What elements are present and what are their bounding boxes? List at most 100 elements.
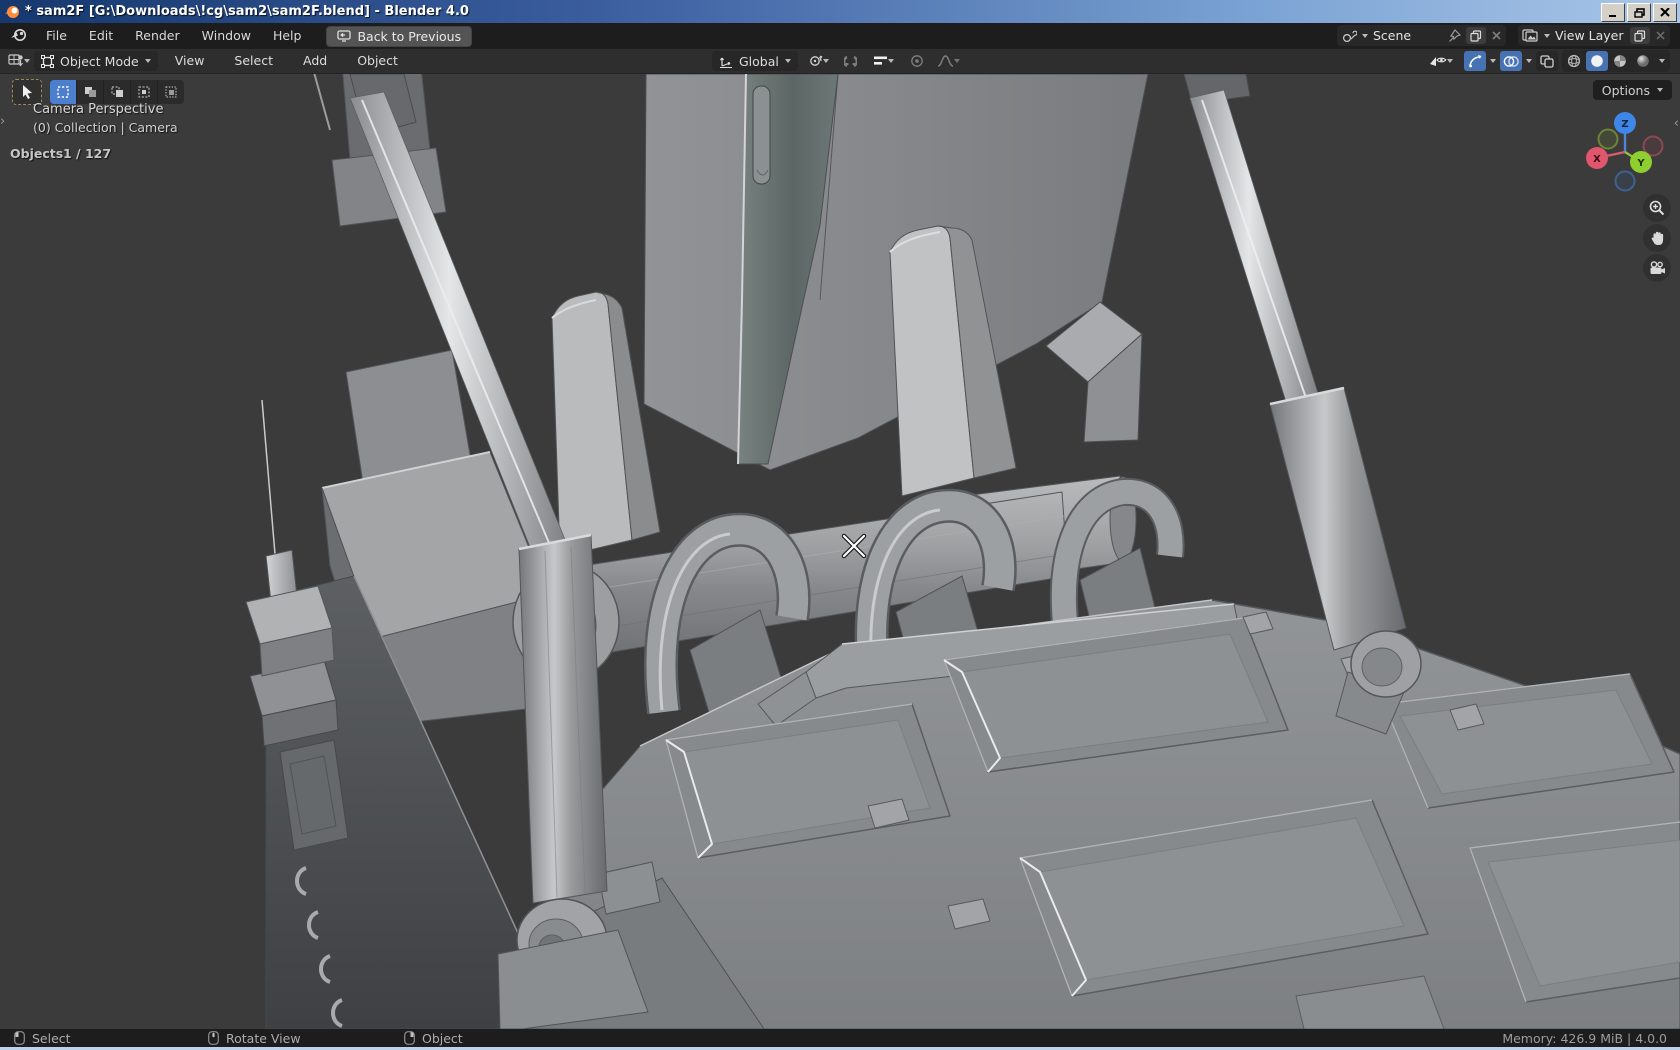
viewport-menu-add[interactable]: Add xyxy=(290,49,340,73)
view-layer-icon xyxy=(1522,28,1538,42)
gizmo-chevron[interactable] xyxy=(1490,59,1496,63)
viewport-menu-view[interactable]: View xyxy=(162,49,218,73)
shading-rendered-button[interactable] xyxy=(1632,51,1654,71)
svg-text:Y: Y xyxy=(1636,158,1645,169)
object-visibility-button[interactable] xyxy=(1422,51,1460,71)
xray-toggle-button[interactable] xyxy=(1536,51,1558,71)
unlink-scene-icon[interactable] xyxy=(1491,30,1502,41)
view-name-label: Camera Perspective xyxy=(33,102,164,117)
new-scene-button[interactable] xyxy=(1466,27,1486,44)
status-rotate-view-label: Rotate View xyxy=(226,1030,301,1046)
menu-window[interactable]: Window xyxy=(191,23,262,49)
orientation-label: Global xyxy=(739,53,779,69)
gizmo-axis-neg-y[interactable] xyxy=(1597,128,1619,150)
viewport-3d[interactable]: Options Camera Perspective (0) Collectio… xyxy=(0,74,1680,1029)
window-title: * sam2F [G:\Downloads\!cg\sam2\sam2F.ble… xyxy=(25,4,469,19)
shading-wireframe-button[interactable] xyxy=(1563,51,1585,71)
view-layer-name: View Layer xyxy=(1555,28,1624,43)
blender-logo-icon[interactable] xyxy=(0,28,35,45)
select-invert-button[interactable] xyxy=(131,80,158,104)
xray-icon xyxy=(1540,54,1554,68)
back-to-previous-label: Back to Previous xyxy=(357,28,462,44)
gizmo-axis-z[interactable]: Z xyxy=(1614,112,1636,134)
minimize-icon xyxy=(1609,15,1616,17)
memory-version-label: Memory: 426.9 MiB | 4.0.0 xyxy=(1502,1030,1667,1046)
options-chevron xyxy=(1657,88,1663,92)
menu-help[interactable]: Help xyxy=(262,23,313,49)
zoom-icon xyxy=(1649,200,1665,216)
back-screen-icon xyxy=(337,30,352,42)
minimize-button[interactable] xyxy=(1601,3,1625,22)
active-object-label: (0) Collection | Camera xyxy=(33,120,178,135)
shading-solid-button[interactable] xyxy=(1586,51,1608,71)
stats-objects-value: 1 / 127 xyxy=(63,146,112,161)
left-mouse-icon xyxy=(14,1031,25,1045)
status-bar: Select Rotate View Object Memory: 426.9 … xyxy=(0,1029,1680,1047)
wireframe-sphere-icon xyxy=(1567,54,1581,68)
restore-button[interactable] xyxy=(1627,3,1651,22)
show-overlays-button[interactable] xyxy=(1500,51,1522,71)
svg-text:Z: Z xyxy=(1621,119,1628,130)
magnet-icon xyxy=(844,55,858,68)
gizmo-toggle-icon xyxy=(1468,55,1481,68)
zoom-button[interactable] xyxy=(1643,194,1671,222)
snap-increment-icon xyxy=(874,56,888,65)
viewport-menu-select[interactable]: Select xyxy=(221,49,286,73)
snap-settings-button[interactable] xyxy=(866,51,902,71)
options-label: Options xyxy=(1601,82,1650,98)
back-to-previous-button[interactable]: Back to Previous xyxy=(326,25,473,47)
gizmo-axis-y[interactable]: Y xyxy=(1630,151,1652,173)
blender-window: * sam2F [G:\Downloads\!cg\sam2\sam2F.ble… xyxy=(0,0,1680,1050)
overlays-chevron[interactable] xyxy=(1526,59,1532,63)
shading-chevron[interactable] xyxy=(1659,59,1665,63)
remove-view-layer-icon[interactable] xyxy=(1655,30,1666,41)
transform-orientation-selector[interactable]: Global xyxy=(712,51,798,71)
new-view-layer-button[interactable] xyxy=(1630,27,1650,44)
camera-view-button[interactable] xyxy=(1643,254,1671,282)
falloff-chevron xyxy=(954,59,961,63)
shading-material-button[interactable] xyxy=(1609,51,1631,71)
viewport-menu-object[interactable]: Object xyxy=(344,49,411,73)
snap-settings-chevron xyxy=(888,59,895,63)
pin-icon[interactable] xyxy=(1448,28,1461,43)
visibility-chevron xyxy=(1447,59,1453,63)
select-intersect-button[interactable] xyxy=(158,80,184,104)
proportional-falloff-button[interactable] xyxy=(932,51,966,71)
gizmo-axis-neg-z[interactable] xyxy=(1614,170,1636,192)
menu-file[interactable]: File xyxy=(35,23,78,49)
gizmo-axis-x[interactable]: X xyxy=(1586,147,1608,169)
menu-render[interactable]: Render xyxy=(124,23,191,49)
viewport-shading-group xyxy=(1562,50,1670,72)
scene-selector[interactable]: Scene xyxy=(1337,25,1506,46)
viewport-header: Object Mode View Select Add Object Globa… xyxy=(0,49,1680,74)
select-extend-button[interactable] xyxy=(77,80,104,104)
pivot-point-button[interactable] xyxy=(802,51,836,71)
title-bar[interactable]: * sam2F [G:\Downloads\!cg\sam2\sam2F.ble… xyxy=(0,0,1680,23)
snap-toggle-button[interactable] xyxy=(840,51,862,71)
editor-type-button[interactable] xyxy=(8,51,30,71)
close-button[interactable] xyxy=(1653,3,1677,22)
select-mode-group xyxy=(50,80,184,104)
show-gizmo-button[interactable] xyxy=(1464,51,1486,71)
overlays-icon xyxy=(1503,55,1519,67)
falloff-curve-icon xyxy=(938,55,954,67)
status-select-label: Select xyxy=(32,1030,71,1046)
select-set-button[interactable] xyxy=(50,80,77,104)
visibility-eye-icon xyxy=(1430,56,1447,66)
proportional-editing-icon xyxy=(911,55,923,67)
middle-mouse-icon xyxy=(208,1031,219,1045)
select-subtract-button[interactable] xyxy=(104,80,131,104)
pivot-point-chevron xyxy=(823,59,830,63)
viewport-canvas[interactable] xyxy=(0,74,1680,1029)
toolbar-expand-arrow[interactable]: › xyxy=(0,114,5,129)
menu-edit[interactable]: Edit xyxy=(78,23,124,49)
view-layer-selector[interactable]: View Layer xyxy=(1518,25,1670,46)
status-object-label: Object xyxy=(422,1030,463,1046)
editor-type-chevron xyxy=(24,59,30,63)
pan-button[interactable] xyxy=(1643,224,1671,252)
navigation-gizmo[interactable]: Z X Y xyxy=(1570,97,1680,207)
solid-sphere-icon xyxy=(1591,55,1603,67)
proportional-editing-button[interactable] xyxy=(906,51,928,71)
mode-selector-label: Object Mode xyxy=(60,53,139,69)
mode-selector[interactable]: Object Mode xyxy=(34,51,158,71)
